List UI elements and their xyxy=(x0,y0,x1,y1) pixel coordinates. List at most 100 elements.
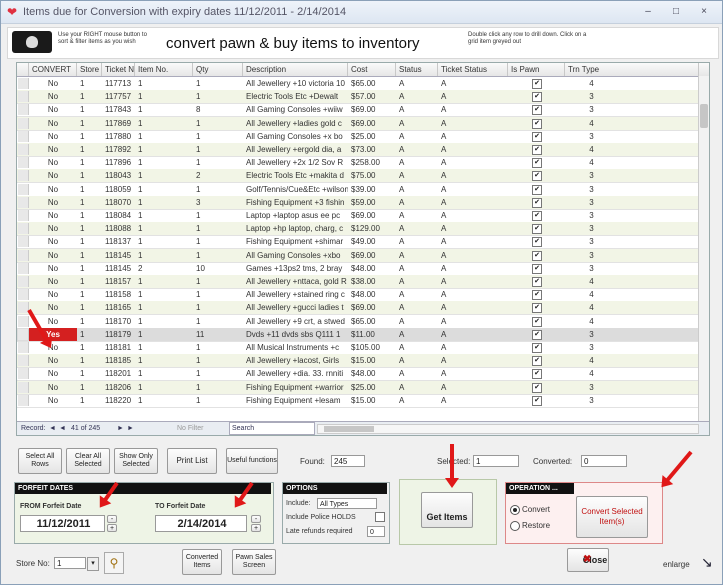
row-selector[interactable] xyxy=(18,170,29,182)
items-grid[interactable]: CONVERTStoreTicket No.Item No.QtyDescrip… xyxy=(16,62,710,436)
from-date-field[interactable]: 11/12/2011 xyxy=(20,515,105,532)
to-date-decrement[interactable]: - xyxy=(251,515,261,523)
get-items-button[interactable]: Get Items xyxy=(421,492,473,528)
table-row[interactable]: No 1 118165 1 1 All Jewellery +gucci ladies t… xyxy=(17,301,699,316)
row-selector[interactable] xyxy=(18,368,29,380)
convert-cell[interactable]: No xyxy=(29,209,77,222)
table-row[interactable]: No 1 117880 1 1 All Gaming Consoles +x bo $25.… xyxy=(17,130,699,144)
enlarge-label[interactable]: enlarge xyxy=(663,560,690,569)
is-pawn-checkbox[interactable]: ✔ xyxy=(532,92,542,103)
select-all-button[interactable]: Select All Rows xyxy=(18,448,62,474)
convert-cell[interactable]: No xyxy=(29,222,77,235)
is-pawn-checkbox[interactable]: ✔ xyxy=(532,118,542,129)
is-pawn-checkbox[interactable]: ✔ xyxy=(532,303,542,314)
row-selector[interactable] xyxy=(18,289,29,301)
enlarge-arrow-icon[interactable]: ↘ xyxy=(701,554,713,571)
is-pawn-checkbox[interactable]: ✔ xyxy=(532,250,542,261)
next-record-button[interactable]: ► xyxy=(117,422,124,435)
is-pawn-checkbox[interactable]: ✔ xyxy=(532,224,542,235)
convert-cell[interactable]: No xyxy=(29,288,77,301)
row-selector[interactable] xyxy=(18,130,29,142)
from-date-increment[interactable]: + xyxy=(107,524,117,532)
scroll-thumb[interactable] xyxy=(700,104,708,128)
row-selector[interactable] xyxy=(18,249,29,261)
table-row[interactable]: No 1 118084 1 1 Laptop +laptop asus ee pc $69.… xyxy=(17,209,699,223)
is-pawn-checkbox[interactable]: ✔ xyxy=(532,79,542,89)
row-selector[interactable] xyxy=(18,223,29,235)
to-date-field[interactable]: 2/14/2014 xyxy=(155,515,247,532)
row-selector[interactable] xyxy=(18,315,29,327)
table-row[interactable]: No 1 118157 1 1 All Jewellery +nttaca, gold R… xyxy=(17,275,699,289)
row-selector[interactable] xyxy=(18,183,29,195)
convert-cell[interactable]: No xyxy=(29,235,77,248)
table-row[interactable]: No 1 118137 1 1 Fishing Equipment +shimar $49.… xyxy=(17,235,699,250)
is-pawn-checkbox[interactable]: ✔ xyxy=(532,197,542,208)
column-header-cost[interactable]: Cost xyxy=(348,63,396,76)
convert-cell[interactable]: No xyxy=(29,354,77,367)
is-pawn-checkbox[interactable]: ✔ xyxy=(532,263,542,274)
convert-radio[interactable] xyxy=(510,505,520,515)
table-row[interactable]: No 1 118043 1 2 Electric Tools Etc +makita d $… xyxy=(17,169,699,184)
minimize-button[interactable]: – xyxy=(637,4,659,19)
last-record-button[interactable]: ► xyxy=(127,422,134,435)
column-header-ticket-status[interactable]: Ticket Status xyxy=(438,63,508,76)
hscroll-thumb[interactable] xyxy=(324,426,374,432)
is-pawn-checkbox[interactable]: ✔ xyxy=(532,171,542,182)
convert-cell[interactable]: No xyxy=(29,275,77,288)
header-select-all-cell[interactable] xyxy=(17,63,29,76)
is-pawn-checkbox[interactable]: ✔ xyxy=(532,184,542,195)
horizontal-scrollbar[interactable] xyxy=(317,424,699,434)
late-refunds-field[interactable]: 0 xyxy=(367,526,385,537)
table-row[interactable]: No 1 118201 1 1 All Jewellery +dia. 33. rnnit… xyxy=(17,367,699,382)
table-row[interactable]: No 1 118185 1 1 All Jewellery +lacost, Girls $… xyxy=(17,354,699,369)
row-selector[interactable] xyxy=(18,196,29,208)
column-header-convert[interactable]: CONVERT xyxy=(29,63,77,76)
to-date-increment[interactable]: + xyxy=(251,524,261,532)
convert-cell[interactable]: No xyxy=(29,367,77,380)
convert-cell[interactable]: No xyxy=(29,143,77,156)
convert-cell[interactable]: No xyxy=(29,196,77,209)
is-pawn-checkbox[interactable]: ✔ xyxy=(532,395,542,406)
row-selector[interactable] xyxy=(18,381,29,393)
table-row[interactable]: No 1 118220 1 1 Fishing Equipment +lesam $15.0… xyxy=(17,394,699,408)
row-selector[interactable] xyxy=(18,157,29,169)
table-row[interactable]: No 1 118059 1 1 Golf/Tennis/Cue&Etc +wilson $3… xyxy=(17,183,699,197)
column-header-description[interactable]: Description xyxy=(243,63,348,76)
pin-icon[interactable]: ⚲ xyxy=(104,552,124,574)
table-row[interactable]: No 1 118181 1 1 All Musical Instruments +c $10… xyxy=(17,341,699,355)
store-dropdown-icon[interactable]: ▾ xyxy=(87,557,99,571)
search-box[interactable]: Search xyxy=(229,422,315,435)
row-selector[interactable] xyxy=(18,117,29,129)
table-row[interactable]: No 1 117869 1 1 All Jewellery +ladies gold c $… xyxy=(17,116,699,131)
table-row[interactable]: No 1 118088 1 1 Laptop +hp laptop, charg, c $1… xyxy=(17,222,699,237)
convert-cell[interactable]: No xyxy=(29,103,77,116)
convert-cell[interactable]: No xyxy=(29,381,77,394)
is-pawn-checkbox[interactable]: ✔ xyxy=(532,316,542,327)
is-pawn-checkbox[interactable]: ✔ xyxy=(532,290,542,301)
convert-cell[interactable]: No xyxy=(29,262,77,275)
row-selector[interactable] xyxy=(18,144,29,155)
convert-cell[interactable]: No xyxy=(29,117,77,130)
useful-functions-button[interactable]: Useful functions xyxy=(226,448,278,474)
is-pawn-checkbox[interactable]: ✔ xyxy=(532,369,542,380)
is-pawn-checkbox[interactable]: ✔ xyxy=(532,145,542,155)
filter-indicator[interactable]: No Filter xyxy=(177,422,203,435)
table-row[interactable]: No 1 118145 1 1 All Gaming Consoles +xbo $69.0… xyxy=(17,248,699,263)
row-selector[interactable] xyxy=(18,355,29,367)
table-row[interactable]: No 1 117843 1 8 All Gaming Consoles +wiiw $69.… xyxy=(17,103,699,118)
is-pawn-checkbox[interactable]: ✔ xyxy=(532,237,542,248)
is-pawn-checkbox[interactable]: ✔ xyxy=(532,382,542,393)
show-only-selected-button[interactable]: Show Only Selected xyxy=(114,448,158,474)
restore-radio[interactable] xyxy=(510,521,520,531)
table-row[interactable]: No 1 117757 1 1 Electric Tools Etc +Dewalt $57… xyxy=(17,90,699,105)
column-header-store[interactable]: Store xyxy=(77,63,102,76)
column-header-trn-type[interactable]: Trn Type xyxy=(565,63,699,76)
table-row[interactable]: No 1 118170 1 1 All Jewellery +9 crt, a stwed… xyxy=(17,315,699,329)
is-pawn-checkbox[interactable]: ✔ xyxy=(532,277,542,287)
convert-cell[interactable]: No xyxy=(29,77,77,90)
prev-record-button[interactable]: ◄ xyxy=(59,422,66,435)
close-window-button[interactable]: × xyxy=(693,4,715,19)
is-pawn-checkbox[interactable]: ✔ xyxy=(532,105,542,116)
is-pawn-checkbox[interactable]: ✔ xyxy=(532,158,542,169)
convert-selected-button[interactable]: Convert Selected Item(s) xyxy=(576,496,648,538)
